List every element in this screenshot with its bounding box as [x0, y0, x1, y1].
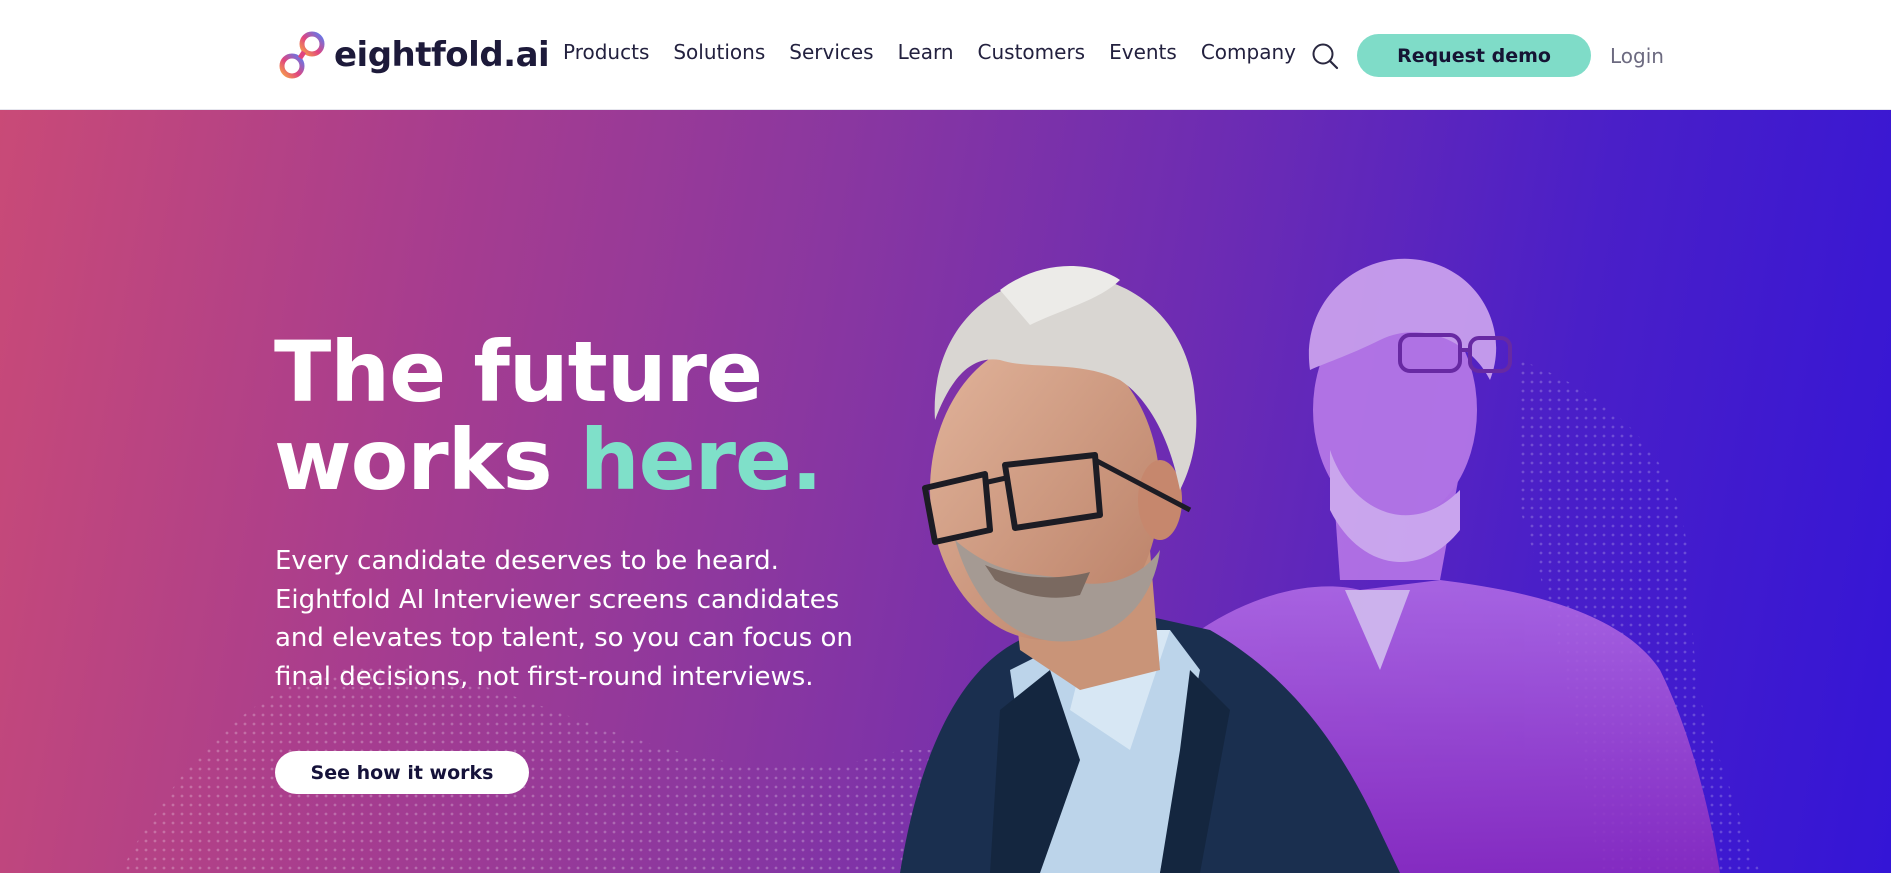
site-header: eightfold.ai Products Solutions Services… — [0, 0, 1891, 110]
request-demo-button[interactable]: Request demo — [1357, 34, 1591, 77]
nav-item-learn[interactable]: Learn — [898, 40, 954, 64]
headline-line2-prefix: works — [274, 411, 580, 509]
hero-subtext: Every candidate deserves to be heard. Ei… — [275, 546, 853, 692]
login-link[interactable]: Login — [1610, 44, 1664, 68]
main-nav: Products Solutions Services Learn Custom… — [563, 40, 1320, 64]
brand-name: eightfold.ai — [334, 35, 550, 75]
headline-line1: The future — [274, 323, 763, 421]
nav-item-services[interactable]: Services — [789, 40, 873, 64]
infinity-logo-icon — [279, 31, 325, 79]
search-icon[interactable] — [1311, 42, 1339, 70]
see-how-it-works-button[interactable]: See how it works — [275, 751, 529, 794]
nav-item-products[interactable]: Products — [563, 40, 649, 64]
hero-headline: The future works here. — [274, 328, 823, 504]
nav-item-customers[interactable]: Customers — [978, 40, 1086, 64]
hero-section: The future works here. Every candidate d… — [0, 110, 1891, 873]
brand-logo[interactable]: eightfold.ai — [276, 28, 550, 82]
dot-wave-left — [120, 666, 960, 873]
nav-item-company[interactable]: Company — [1201, 40, 1296, 64]
nav-item-solutions[interactable]: Solutions — [673, 40, 765, 64]
headline-accent: here. — [579, 411, 823, 509]
nav-item-events[interactable]: Events — [1109, 40, 1177, 64]
